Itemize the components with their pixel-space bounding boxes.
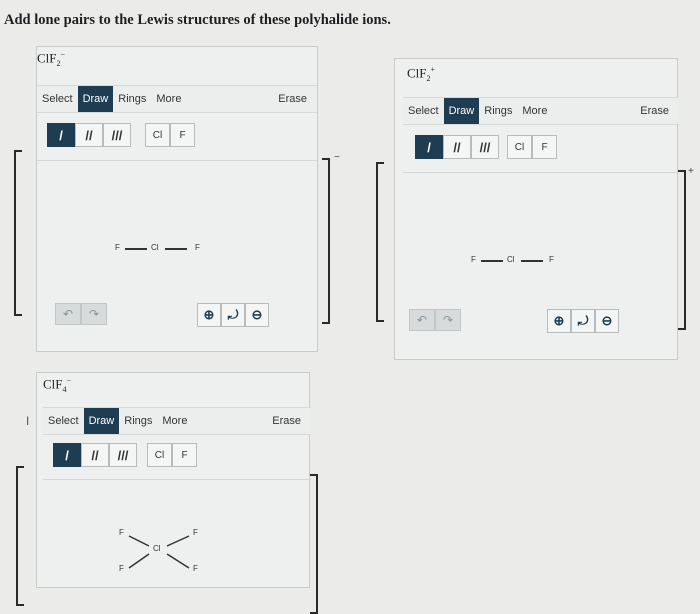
rings-tool[interactable]: Rings [113,86,151,112]
bond-line[interactable] [481,260,503,262]
select-tool[interactable]: Select [43,408,84,434]
bond-line[interactable] [521,260,543,262]
history-controls: ↶ ↷ [55,303,107,325]
bond-line[interactable] [125,248,147,250]
right-bracket [678,170,686,330]
select-tool[interactable]: Select [403,98,444,124]
atom-selector: Cl F [147,443,197,467]
single-bond-button[interactable]: / [53,443,81,467]
chlorine-atom-button[interactable]: Cl [147,443,172,467]
undo-icon[interactable]: ↶ [55,303,81,325]
select-tool[interactable]: Select [37,86,78,112]
draw-tool[interactable]: Draw [83,408,120,434]
sketcher-toolbar: Select Draw Rings More Erase [43,407,311,435]
left-bracket [376,162,384,322]
atom-f-right[interactable]: F [549,255,554,264]
atom-cl-center[interactable]: Cl [151,243,159,252]
redo-icon[interactable]: ↷ [435,309,461,331]
molecule-canvas[interactable]: F Cl F [403,173,679,309]
sketcher-toolbar: Select Draw Rings More Erase [37,85,317,113]
bond-selector: / // /// [53,443,137,467]
zoom-in-icon[interactable]: ⊕ [197,303,221,327]
formula-label: ClF2+ [407,65,436,83]
zoom-controls: ⊕ ⤾ ⊖ [547,309,619,333]
rings-tool[interactable]: Rings [479,98,517,124]
double-bond-button[interactable]: // [443,135,471,159]
erase-tool[interactable]: Erase [640,98,669,124]
draw-tool[interactable]: Draw [77,86,114,112]
right-bracket [310,474,318,614]
molecule-canvas[interactable]: F F Cl F F [43,480,311,588]
panel-clf2-plus: ClF2+ Select Draw Rings More Erase / // … [394,58,679,360]
fluorine-atom-button[interactable]: F [170,123,195,147]
more-tool[interactable]: More [157,408,192,434]
left-bracket [14,150,22,316]
bond-selector: / // /// [415,135,499,159]
zoom-controls: ⊕ ⤾ ⊖ [197,303,269,327]
zoom-out-icon[interactable]: ⊖ [245,303,269,327]
instruction-text: Add lone pairs to the Lewis structures o… [4,12,391,28]
panel-clf4-minus: ClF4− Select Draw Rings More Erase / // … [36,372,311,588]
text-cursor-icon: I [26,414,30,428]
double-bond-button[interactable]: // [75,123,103,147]
right-bracket [322,158,330,324]
more-tool[interactable]: More [151,86,186,112]
chlorine-atom-button[interactable]: Cl [145,123,170,147]
single-bond-button[interactable]: / [415,135,443,159]
draw-tool[interactable]: Draw [443,98,480,124]
fluorine-atom-button[interactable]: F [532,135,557,159]
zoom-out-icon[interactable]: ⊖ [595,309,619,333]
atom-cl-center[interactable]: Cl [507,255,515,264]
ion-charge: + [688,166,694,177]
triple-bond-button[interactable]: /// [471,135,499,159]
sketcher-toolbar: Select Draw Rings More Erase [403,97,679,125]
single-bond-button[interactable]: / [47,123,75,147]
atom-selector: Cl F [145,123,195,147]
rings-tool[interactable]: Rings [119,408,157,434]
erase-tool[interactable]: Erase [272,408,301,434]
erase-tool[interactable]: Erase [278,86,307,112]
double-bond-button[interactable]: // [81,443,109,467]
left-bracket [16,466,24,606]
atom-f-right[interactable]: F [195,243,200,252]
zoom-reset-icon[interactable]: ⤾ [221,303,245,327]
redo-icon[interactable]: ↷ [81,303,107,325]
formula-label: ClF4− [43,376,72,394]
chlorine-atom-button[interactable]: Cl [507,135,532,159]
molecule-canvas[interactable]: F Cl F [37,161,317,301]
triple-bond-button[interactable]: /// [103,123,131,147]
triple-bond-button[interactable]: /// [109,443,137,467]
formula-label: ClF2− [37,50,66,68]
bond-line [166,535,190,547]
panel-clf2-minus: ClF2− Select Draw Rings More Erase / // … [36,46,318,352]
undo-icon[interactable]: ↶ [409,309,435,331]
fluorine-atom-button[interactable]: F [172,443,197,467]
atom-f-left[interactable]: F [115,243,120,252]
atom-selector: Cl F [507,135,557,159]
history-controls: ↶ ↷ [409,309,461,331]
molecule-bonds [128,535,190,569]
more-tool[interactable]: More [517,98,552,124]
bond-line [128,535,150,547]
bond-line[interactable] [165,248,187,250]
ion-charge: − [334,152,340,163]
zoom-in-icon[interactable]: ⊕ [547,309,571,333]
bond-line [166,553,190,569]
bond-line [128,553,150,569]
bond-selector: / // /// [47,123,131,147]
zoom-reset-icon[interactable]: ⤾ [571,309,595,333]
atom-f-left[interactable]: F [471,255,476,264]
